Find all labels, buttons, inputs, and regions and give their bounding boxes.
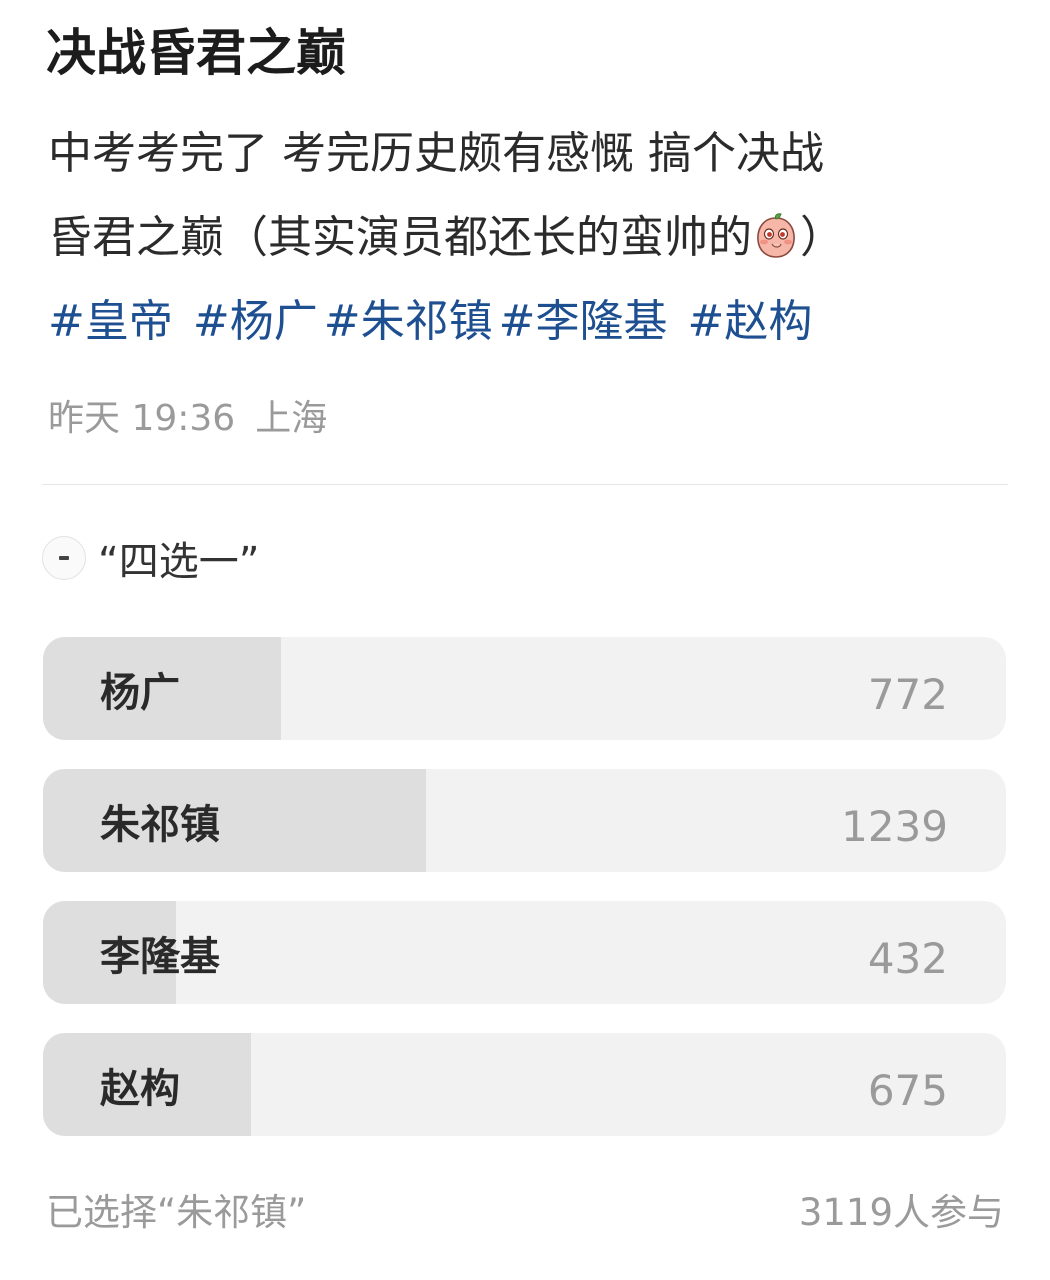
poll-option-lilongji[interactable]: 李隆基 432 bbox=[43, 901, 1006, 1004]
post-time: 昨天 19:36 bbox=[48, 398, 236, 439]
hashtag-zhaogou[interactable]: #赵构 bbox=[688, 296, 813, 347]
poll-selected-text: 已选择“朱祁镇” bbox=[46, 1191, 307, 1234]
poll-option-count: 432 bbox=[867, 934, 948, 983]
poll-option-yangguang[interactable]: 杨广 772 bbox=[43, 637, 1006, 740]
post-body-line-2-end: ） bbox=[800, 212, 844, 263]
poll-footer: 已选择“朱祁镇” 3119人参与 bbox=[46, 1182, 1004, 1236]
poll-option-label: 杨广 bbox=[100, 669, 180, 716]
poll-option-count: 772 bbox=[867, 670, 948, 719]
poll-option-count: 1239 bbox=[841, 802, 948, 851]
poll-options: 杨广 772 朱祁镇 1239 李隆基 432 赵构 675 bbox=[43, 637, 1006, 1165]
post-body-line-2: 昏君之巅（其实演员都还长的蛮帅的 ） bbox=[48, 196, 1008, 280]
poll-participants: 3119人参与 bbox=[798, 1191, 1004, 1234]
poll-avatar-icon bbox=[42, 536, 86, 580]
post-meta: 昨天 19:36 上海 bbox=[48, 392, 327, 446]
poll-option-label: 赵构 bbox=[100, 1065, 180, 1112]
hashtag-huangdi[interactable]: #皇帝 bbox=[48, 296, 173, 347]
poll-option-zhaogou[interactable]: 赵构 675 bbox=[43, 1033, 1006, 1136]
poll-title: “四选一” bbox=[98, 539, 260, 585]
poll-option-label: 李隆基 bbox=[100, 933, 220, 980]
blushing-peach-emoji-icon bbox=[757, 213, 795, 258]
divider bbox=[42, 484, 1008, 485]
post-location: 上海 bbox=[255, 398, 328, 439]
poll-option-zhuqizhen[interactable]: 朱祁镇 1239 bbox=[43, 769, 1006, 872]
hashtag-list: #皇帝 #杨广 #朱祁镇 #李隆基 #赵构 bbox=[48, 280, 1008, 364]
poll-header: “四选一” bbox=[42, 528, 259, 588]
post-body-line-2-text: 昏君之巅（其实演员都还长的蛮帅的 bbox=[48, 212, 752, 263]
weibo-post: 决战昏君之巅 中考考完了 考完历史颇有感慨 搞个决战 昏君之巅（其实演员都还长的… bbox=[0, 0, 1050, 1280]
poll-option-count: 675 bbox=[867, 1066, 948, 1115]
post-body-line-1: 中考考完了 考完历史颇有感慨 搞个决战 bbox=[48, 128, 824, 179]
post-title: 决战昏君之巅 bbox=[46, 24, 346, 82]
poll-option-label: 朱祁镇 bbox=[100, 801, 220, 848]
hashtag-lilongji[interactable]: #李隆基 bbox=[499, 296, 668, 347]
hashtag-yangguang[interactable]: #杨广 bbox=[193, 296, 318, 347]
hashtag-zhuqizhen[interactable]: #朱祁镇 bbox=[324, 296, 493, 347]
post-body: 中考考完了 考完历史颇有感慨 搞个决战 昏君之巅（其实演员都还长的蛮帅的 ） #… bbox=[48, 112, 1008, 364]
